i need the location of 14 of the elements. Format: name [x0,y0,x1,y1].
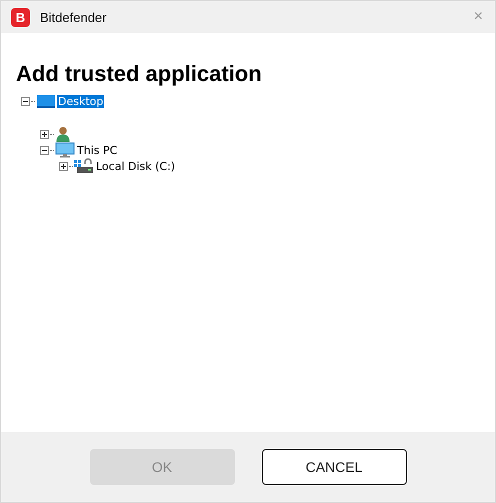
app-logo: B [11,8,30,26]
tree-item[interactable]: This PC [76,144,118,156]
collapse-icon[interactable] [21,96,30,106]
expand-icon[interactable] [40,130,49,138]
tree-item[interactable]: Desktop [57,94,104,108]
drive-icon [74,158,94,174]
desktop-icon [36,93,56,109]
cancel-button[interactable]: CANCEL [262,449,406,485]
user-icon[interactable] [55,126,71,142]
tree-item[interactable]: Local Disk (C:) [95,160,176,172]
window-title: Bitdefender [40,10,108,24]
dialog-heading: Add trusted application [16,61,263,87]
collapse-icon[interactable] [40,146,49,154]
expand-icon[interactable] [59,162,68,170]
